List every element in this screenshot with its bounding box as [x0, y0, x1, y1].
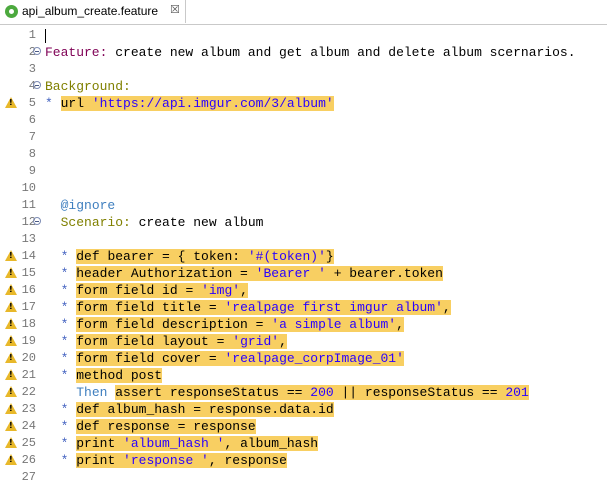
tab-title: api_album_create.feature [22, 4, 159, 18]
close-icon[interactable]: ☒ [170, 3, 180, 16]
line-number: 10 [21, 181, 36, 195]
text-cursor [45, 29, 46, 43]
code-line-21: 21 * method post [0, 367, 607, 384]
code-line-12: 12 Scenario: create new album [0, 214, 607, 231]
code-line-26: 26 * print 'response ', response [0, 452, 607, 469]
line-number: 9 [28, 164, 36, 178]
code-line-23: 23 * def album_hash = response.data.id [0, 401, 607, 418]
code-text: * def bearer = { token: '#(token)'} [60, 249, 334, 264]
code-editor[interactable]: 1 2 Feature: create new album and get al… [0, 25, 607, 485]
code-line-17: 17 * form field title = 'realpage first … [0, 299, 607, 316]
line-number: 5 [28, 96, 36, 110]
code-line-2: 2 Feature: create new album and get albu… [0, 44, 607, 61]
line-number: 8 [28, 147, 36, 161]
line-number: 15 [21, 266, 36, 280]
line-number: 24 [21, 419, 36, 433]
code-line-15: 15 * header Authorization = 'Bearer ' + … [0, 265, 607, 282]
line-number: 7 [28, 130, 36, 144]
code-line-14: 14 * def bearer = { token: '#(token)'} [0, 248, 607, 265]
line-number: 6 [28, 113, 36, 127]
line-number: 20 [21, 351, 36, 365]
code-text: Then assert responseStatus == 200 || res… [76, 385, 529, 400]
code-line-9: 9 [0, 163, 607, 180]
code-line-24: 24 * def response = response [0, 418, 607, 435]
code-line-27: 27 [0, 469, 607, 486]
line-number: 22 [21, 385, 36, 399]
tab-api-album-create-feature[interactable]: api_album_create.feature ☒ [0, 0, 186, 23]
line-number: 12 [21, 215, 36, 229]
line-number: 3 [28, 62, 36, 76]
code-text: Feature: create new album and get album … [45, 45, 576, 60]
code-line-6: 6 [0, 112, 607, 129]
code-line-3: 3 [0, 61, 607, 78]
code-line-11: 11 @ignore [0, 197, 607, 214]
code-text: * def album_hash = response.data.id [60, 402, 334, 417]
code-line-16: 16 * form field id = 'img', [0, 282, 607, 299]
line-number: 17 [21, 300, 36, 314]
line-number: 23 [21, 402, 36, 416]
code-line-13: 13 [0, 231, 607, 248]
line-number: 4 [28, 79, 36, 93]
code-text: * method post [60, 368, 163, 383]
line-number: 21 [21, 368, 36, 382]
line-number: 16 [21, 283, 36, 297]
line-number: 1 [28, 28, 36, 42]
code-line-5: 5 * url 'https://api.imgur.com/3/album' [0, 95, 607, 112]
line-number: 27 [21, 470, 36, 484]
line-number: 18 [21, 317, 36, 331]
line-number: 2 [28, 45, 36, 59]
fold-collapse-icon[interactable] [33, 81, 41, 89]
code-text: * form field id = 'img', [60, 283, 248, 298]
code-text: * print 'response ', response [60, 453, 287, 468]
code-line-4: 4 Background: [0, 78, 607, 95]
line-number: 14 [21, 249, 36, 263]
line-number: 13 [21, 232, 36, 246]
line-number: 19 [21, 334, 36, 348]
code-line-20: 20 * form field cover = 'realpage_corpIm… [0, 350, 607, 367]
code-text: * form field cover = 'realpage_corpImage… [60, 351, 404, 366]
feature-file-icon [5, 5, 18, 18]
line-number: 25 [21, 436, 36, 450]
code-text: * print 'album_hash ', album_hash [60, 436, 319, 451]
code-line-8: 8 [0, 146, 607, 163]
fold-collapse-icon[interactable] [33, 217, 41, 225]
code-text: * header Authorization = 'Bearer ' + bea… [60, 266, 443, 281]
code-line-25: 25 * print 'album_hash ', album_hash [0, 435, 607, 452]
line-number: 11 [21, 198, 36, 212]
code-line-10: 10 [0, 180, 607, 197]
code-line-19: 19 * form field layout = 'grid', [0, 333, 607, 350]
editor-tab-bar: api_album_create.feature ☒ [0, 0, 607, 25]
code-line-1: 1 [0, 27, 607, 44]
code-line-7: 7 [0, 129, 607, 146]
code-text: * form field layout = 'grid', [60, 334, 287, 349]
line-number: 26 [21, 453, 36, 467]
code-text: * form field title = 'realpage first img… [60, 300, 451, 315]
code-text: Background: [45, 79, 131, 94]
code-text: * def response = response [60, 419, 256, 434]
code-text: * form field description = 'a simple alb… [60, 317, 404, 332]
fold-collapse-icon[interactable] [33, 47, 41, 55]
code-text: Scenario: create new album [60, 215, 264, 230]
code-text: * url 'https://api.imgur.com/3/album' [45, 96, 334, 111]
code-line-22: 22 Then assert responseStatus == 200 || … [0, 384, 607, 401]
code-text: @ignore [60, 198, 116, 213]
code-line-18: 18 * form field description = 'a simple … [0, 316, 607, 333]
